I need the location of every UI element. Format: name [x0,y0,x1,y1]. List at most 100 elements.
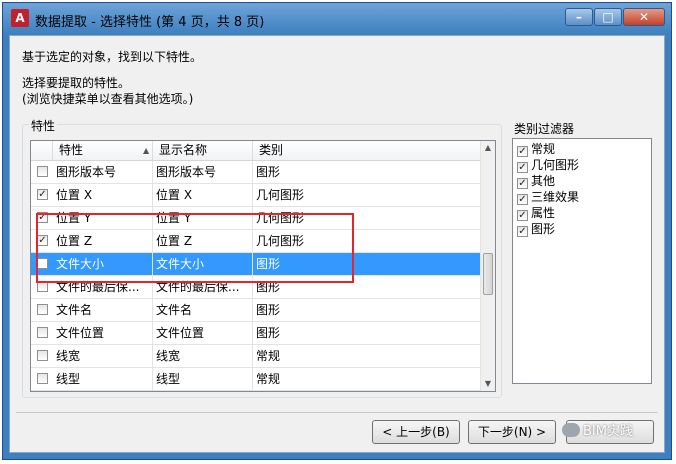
column-header-category-label: 类别 [259,143,284,157]
display-name-cell: 位置 Y [153,207,253,229]
category-cell: 几何图形 [256,234,305,248]
window-title: 数据提取 - 选择特性 (第 4 页，共 8 页) [35,15,265,30]
display-name-cell: 线型 [153,368,253,390]
table-row[interactable]: 图形版本号 图形版本号 图形 [31,161,483,184]
next-button[interactable]: 下一步(N) > [468,420,556,444]
property-cell: 文件名 [53,299,153,321]
column-header-property[interactable]: 特性 [53,141,153,160]
column-header-display-name-label: 显示名称 [159,143,208,157]
back-button[interactable]: < 上一步(B) [372,420,460,444]
properties-group-label: 特性 [29,117,58,134]
column-header-display-name[interactable]: 显示名称 [153,141,253,160]
properties-list-header: 特性 ▲ 显示名称 类别 [31,141,483,161]
row-checkbox[interactable] [37,281,48,292]
properties-list[interactable]: 特性 ▲ 显示名称 类别 图形版本号 图形版本号 图形 ✓ 位置 X 位置 X 几何图形 ✓ 位… [30,140,496,392]
row-checkbox[interactable] [37,350,48,361]
column-header-category[interactable]: 类别 [253,141,483,160]
title-bar[interactable]: A 数据提取 - 选择特性 (第 4 页，共 8 页) – □ ✕ [3,3,671,35]
property-cell: 线宽 [53,345,153,367]
table-row[interactable]: 文件的最后保... 文件的最后保... 图形 [31,276,483,299]
properties-scrollbar[interactable]: ▲ ▼ [480,141,495,391]
row-checkbox[interactable] [37,258,48,269]
row-checkbox[interactable]: ✓ [37,235,48,246]
filter-checkbox[interactable]: ✓ [517,178,528,189]
filter-checkbox[interactable]: ✓ [517,210,528,221]
category-filter-list[interactable]: ✓ 常规 ✓ 几何图形 ✓ 其他 ✓ 三维效果 ✓ 属性 ✓ 图形 [512,138,652,384]
category-cell: 常规 [256,372,281,386]
table-row[interactable]: 线型 线型 常规 [31,368,483,391]
property-cell: 文件位置 [53,322,153,344]
display-name-cell: 文件大小 [153,253,253,275]
watermark-text: BIM实践 [583,424,633,439]
category-filter-label: 类别过滤器 [512,120,577,137]
display-name-cell: 文件位置 [153,322,253,344]
table-row[interactable]: 线宽 线宽 常规 [31,345,483,368]
filter-item-label: 几何图形 [531,158,580,172]
category-cell: 几何图形 [256,188,305,202]
filter-checkbox[interactable]: ✓ [517,194,528,205]
property-cell: 文件的最后保... [53,276,153,298]
row-checkbox[interactable] [37,327,48,338]
category-cell: 图形 [256,257,281,271]
property-cell: 图形版本号 [53,161,153,183]
row-checkbox[interactable]: ✓ [37,212,48,223]
category-cell: 图形 [256,326,281,340]
scroll-down-arrow-icon[interactable]: ▼ [481,377,495,391]
table-row[interactable]: 文件位置 文件位置 图形 [31,322,483,345]
category-cell: 图形 [256,303,281,317]
row-checkbox[interactable]: ✓ [37,189,48,200]
filter-item-label: 其他 [531,174,556,188]
filter-item-label: 图形 [531,222,556,236]
table-row[interactable]: 文件大小 文件大小 图形 [31,253,483,276]
filter-item[interactable]: ✓ 常规 [517,141,555,157]
instruction-text-1: 基于选定的对象，找到以下特性。 [22,50,203,64]
filter-item[interactable]: ✓ 图形 [517,221,555,237]
table-row[interactable]: ✓ 位置 Y 位置 Y 几何图形 [31,207,483,230]
filter-item-label: 常规 [531,142,556,156]
scrollbar-thumb[interactable] [483,253,493,295]
sort-ascending-icon: ▲ [143,146,150,155]
dialog-window: A 数据提取 - 选择特性 (第 4 页，共 8 页) – □ ✕ 基于选定的对… [2,2,672,460]
header-checkbox-column[interactable] [31,141,53,160]
filter-checkbox[interactable]: ✓ [517,162,528,173]
property-cell: 位置 Y [53,207,153,229]
property-cell: 位置 X [53,184,153,206]
table-row[interactable]: 文件名 文件名 图形 [31,299,483,322]
row-checkbox[interactable] [37,166,48,177]
category-cell: 图形 [256,280,281,294]
row-checkbox[interactable] [37,304,48,315]
maximize-button[interactable]: □ [594,8,622,26]
display-name-cell: 文件的最后保... [153,276,253,298]
filter-item-label: 属性 [531,206,556,220]
display-name-cell: 位置 X [153,184,253,206]
button-separator [16,412,658,413]
filter-checkbox[interactable]: ✓ [517,146,528,157]
filter-checkbox[interactable]: ✓ [517,226,528,237]
minimize-button[interactable]: – [565,8,593,26]
close-button[interactable]: ✕ [623,8,665,26]
filter-item[interactable]: ✓ 属性 [517,205,555,221]
filter-item[interactable]: ✓ 几何图形 [517,157,579,173]
property-cell: 位置 Z [53,230,153,252]
display-name-cell: 线宽 [153,345,253,367]
filter-item-label: 三维效果 [531,190,580,204]
column-header-property-label: 特性 [59,143,84,157]
autocad-app-icon[interactable]: A [11,9,29,27]
display-name-cell: 位置 Z [153,230,253,252]
category-cell: 图形 [256,165,281,179]
dialog-body: 基于选定的对象，找到以下特性。 选择要提取的特性。 (浏览快捷菜单以查看其他选项… [9,35,665,453]
instruction-text-2: 选择要提取的特性。 [22,76,131,90]
scroll-up-arrow-icon[interactable]: ▲ [481,141,495,155]
table-row[interactable]: ✓ 位置 X 位置 X 几何图形 [31,184,483,207]
display-name-cell: 图形版本号 [153,161,253,183]
filter-item[interactable]: ✓ 三维效果 [517,189,579,205]
property-cell: 线型 [53,368,153,390]
row-checkbox[interactable] [37,373,48,384]
display-name-cell: 文件名 [153,299,253,321]
instruction-text-3: (浏览快捷菜单以查看其他选项。) [22,92,194,106]
table-row[interactable]: ✓ 位置 Z 位置 Z 几何图形 [31,230,483,253]
filter-item[interactable]: ✓ 其他 [517,173,555,189]
wechat-icon [562,423,580,437]
watermark: BIM实践 [562,420,662,442]
category-cell: 几何图形 [256,211,305,225]
